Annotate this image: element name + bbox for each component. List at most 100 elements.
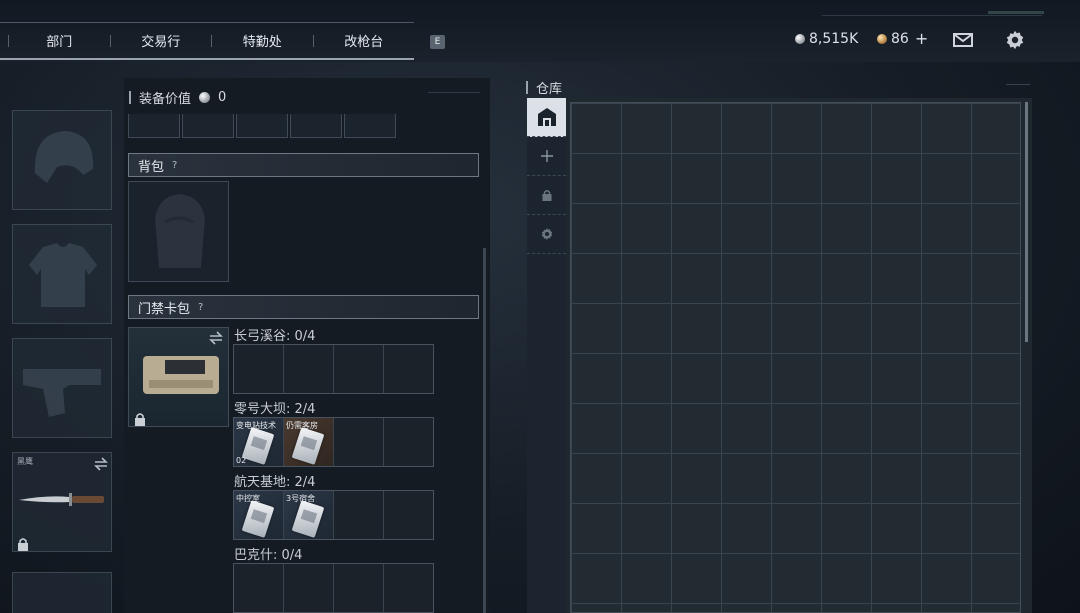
plus-icon bbox=[540, 150, 553, 162]
keycard-case-icon bbox=[143, 356, 219, 394]
keycard-cell[interactable] bbox=[334, 418, 384, 466]
extra-slot[interactable] bbox=[12, 572, 112, 613]
keycard-grid-zero-dam: 变电站技术 02 仍需客房 bbox=[233, 417, 434, 467]
equipment-scrollbar[interactable] bbox=[483, 248, 486, 613]
lock-icon bbox=[18, 538, 28, 551]
map-label-longbow-valley: 长弓溪谷: 0/4 bbox=[234, 329, 316, 344]
swap-icon[interactable] bbox=[208, 331, 224, 345]
backpack-header: 背包 ? bbox=[128, 153, 479, 177]
warehouse-title: 仓库 bbox=[536, 82, 563, 97]
melee-slot[interactable]: 黑鹰 bbox=[12, 452, 112, 552]
main-nav-tabs: 部门 交易行 特勤处 改枪台 bbox=[0, 22, 414, 60]
pocket-slot[interactable] bbox=[182, 114, 234, 138]
primary-weapon-slot[interactable] bbox=[12, 338, 112, 438]
warehouse-grid[interactable] bbox=[570, 102, 1021, 613]
armor-slot[interactable] bbox=[12, 224, 112, 324]
melee-item-name: 黑鹰 bbox=[17, 457, 33, 466]
warehouse-home-icon bbox=[537, 108, 556, 126]
tab-gunsmith[interactable]: 改枪台 bbox=[314, 31, 415, 50]
keycard-name: 3号宿舍 bbox=[286, 494, 316, 503]
keycard-cell[interactable] bbox=[334, 491, 384, 539]
keycard-item[interactable]: 3号宿舍 bbox=[284, 491, 334, 539]
backpack-help-icon[interactable]: ? bbox=[172, 160, 177, 171]
keycard-grid-brakkesh bbox=[233, 563, 434, 613]
pistol-icon bbox=[23, 369, 101, 417]
backpack-slot[interactable] bbox=[128, 181, 229, 282]
map-label-brakkesh: 巴克什: 0/4 bbox=[234, 548, 303, 563]
tab-trading[interactable]: 交易行 bbox=[111, 31, 212, 50]
backpack-icon bbox=[155, 194, 205, 268]
keycard-item[interactable]: 仍需客房 bbox=[284, 418, 334, 466]
keycard-icon bbox=[241, 427, 275, 465]
warehouse-tab-main[interactable] bbox=[527, 98, 566, 137]
keycard-cell[interactable] bbox=[384, 345, 433, 393]
keycard-icon bbox=[241, 500, 275, 538]
knife-icon bbox=[19, 493, 104, 506]
add-currency-button[interactable]: + bbox=[915, 31, 928, 47]
pocket-slot[interactable] bbox=[128, 114, 180, 138]
helmet-slot[interactable] bbox=[12, 110, 112, 210]
warehouse-tab-add[interactable] bbox=[527, 137, 566, 176]
keycard-cell[interactable] bbox=[284, 345, 334, 393]
gear-icon[interactable] bbox=[1004, 29, 1026, 55]
bronze-currency[interactable]: 86 + bbox=[877, 31, 928, 47]
panel-divider bbox=[428, 92, 480, 93]
helmet-icon bbox=[34, 131, 94, 183]
keycard-case-help-icon[interactable]: ? bbox=[198, 302, 203, 313]
keycard-case-header: 门禁卡包 ? bbox=[128, 295, 479, 319]
keycard-icon bbox=[291, 427, 325, 465]
warehouse-tab-settings[interactable] bbox=[527, 215, 566, 254]
keycard-cell[interactable] bbox=[234, 345, 284, 393]
equipment-value: 装备价值 0 bbox=[129, 88, 226, 107]
section-marker bbox=[526, 81, 528, 94]
pocket-slot[interactable] bbox=[344, 114, 396, 138]
lock-icon bbox=[135, 413, 145, 426]
bronze-amount: 86 bbox=[891, 31, 909, 47]
keycard-case-title: 门禁卡包 bbox=[138, 301, 191, 317]
gear-icon bbox=[541, 228, 552, 240]
keycard-cell[interactable] bbox=[234, 564, 284, 612]
keycard-name: 仍需客房 bbox=[286, 421, 318, 430]
swap-icon[interactable] bbox=[93, 457, 109, 471]
keycard-cell[interactable] bbox=[384, 418, 433, 466]
top-status-strip bbox=[988, 11, 1044, 14]
armor-icon bbox=[29, 243, 97, 307]
silver-coin-icon bbox=[795, 34, 805, 44]
keycard-name: 中控室 bbox=[236, 494, 260, 503]
next-tab-key-hint[interactable]: E bbox=[430, 35, 445, 49]
warehouse-header: 仓库 bbox=[526, 78, 562, 97]
warehouse-divider bbox=[1006, 84, 1030, 85]
keycard-count: 02 bbox=[236, 456, 247, 465]
keycard-cell[interactable] bbox=[384, 564, 433, 612]
keycard-item[interactable]: 变电站技术 02 bbox=[234, 418, 284, 466]
pocket-slot[interactable] bbox=[236, 114, 288, 138]
equipment-value-label: 装备价值 bbox=[139, 92, 192, 107]
keycard-icon bbox=[291, 500, 325, 538]
silver-coin-icon bbox=[199, 92, 211, 103]
top-divider bbox=[822, 15, 1042, 16]
keycard-name: 变电站技术 bbox=[236, 421, 276, 430]
keycard-grid-space-base: 中控室 3号宿舍 bbox=[233, 490, 434, 540]
keycard-grid-longbow-valley bbox=[233, 344, 434, 394]
tab-special-ops[interactable]: 特勤处 bbox=[212, 31, 313, 50]
mail-icon[interactable] bbox=[953, 33, 973, 47]
silver-currency[interactable]: 8,515K bbox=[795, 31, 858, 47]
lock-icon bbox=[542, 190, 551, 201]
keycard-cell[interactable] bbox=[384, 491, 433, 539]
pocket-slot[interactable] bbox=[290, 114, 342, 138]
equipment-value-amount: 0 bbox=[218, 90, 227, 105]
silver-amount: 8,515K bbox=[809, 31, 859, 47]
backpack-title: 背包 bbox=[138, 159, 165, 175]
keycard-cell[interactable] bbox=[334, 564, 384, 612]
warehouse-tab-locked[interactable] bbox=[527, 176, 566, 215]
bronze-coin-icon bbox=[877, 34, 887, 44]
warehouse-scrollbar[interactable] bbox=[1025, 102, 1028, 342]
map-label-space-base: 航天基地: 2/4 bbox=[234, 475, 316, 490]
keycard-cell[interactable] bbox=[334, 345, 384, 393]
section-marker bbox=[129, 91, 131, 104]
keycard-cell[interactable] bbox=[284, 564, 334, 612]
tab-department[interactable]: 部门 bbox=[9, 31, 110, 50]
keycard-case-slot[interactable] bbox=[128, 327, 229, 427]
warehouse-tab-bar bbox=[527, 98, 566, 613]
keycard-item[interactable]: 中控室 bbox=[234, 491, 284, 539]
